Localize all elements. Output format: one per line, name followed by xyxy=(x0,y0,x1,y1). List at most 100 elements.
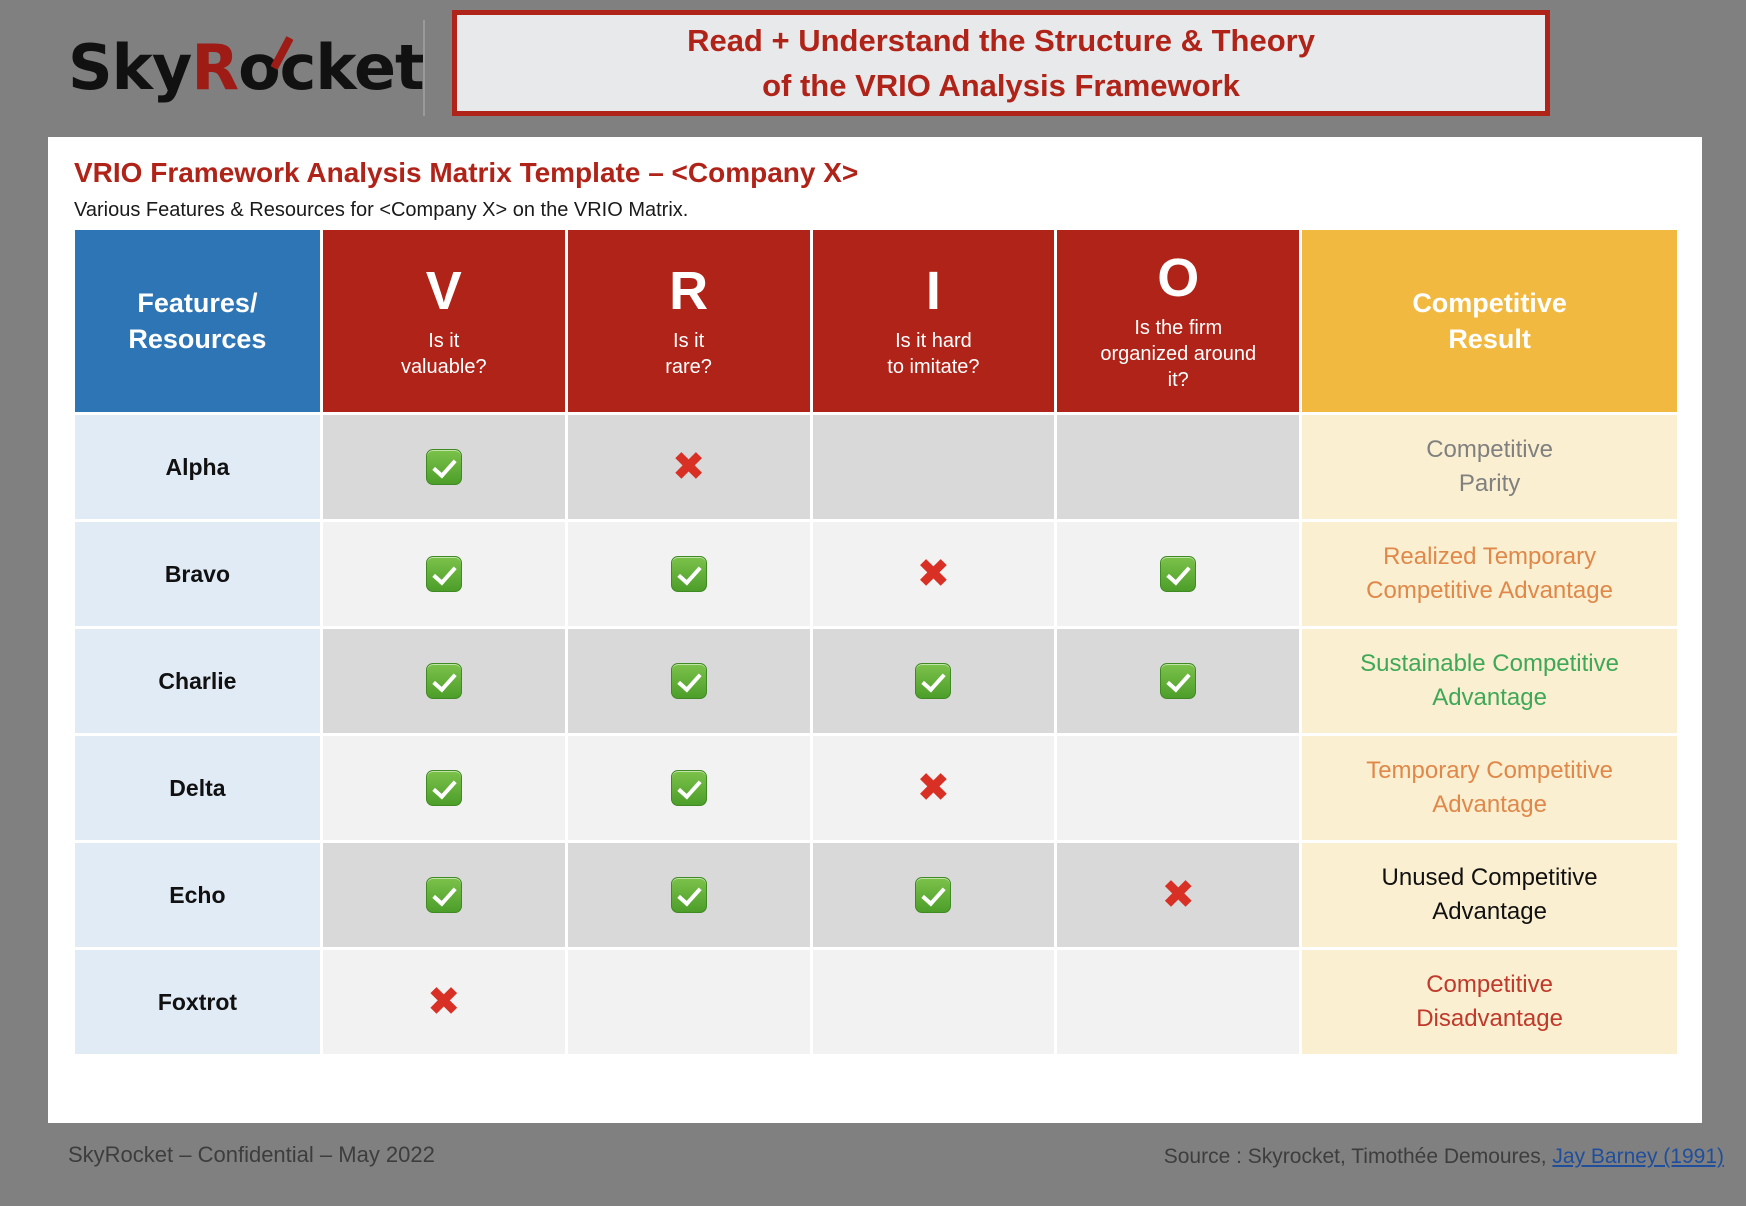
result-line2: Advantage xyxy=(1432,791,1547,818)
cross-icon: ✖ xyxy=(1161,872,1195,918)
result-line1: Temporary Competitive xyxy=(1366,757,1613,784)
header-competitive-result: Competitive Result xyxy=(1302,230,1677,412)
cell-delta-v[interactable] xyxy=(322,736,565,840)
cell-alpha-v[interactable] xyxy=(322,415,565,519)
cell-charlie-v[interactable] xyxy=(322,629,565,733)
header-features-resources: Features/ Resources xyxy=(75,230,320,412)
header-column-r: R Is it rare? xyxy=(567,230,810,412)
check-icon xyxy=(425,663,462,699)
result-bravo: Realized Temporary Competitive Advantage xyxy=(1302,522,1677,626)
cell-foxtrot-r[interactable] xyxy=(567,950,810,1054)
table-body: Alpha ✖ Competitive Parity Bravo ✖ Realized Te… xyxy=(75,415,1677,1054)
check-icon xyxy=(670,663,707,699)
check-icon xyxy=(915,663,952,699)
cell-alpha-i[interactable] xyxy=(812,415,1055,519)
logo-suffix: ocket xyxy=(238,31,425,104)
slide-panel: VRIO Framework Analysis Matrix Template … xyxy=(48,137,1702,1123)
header-question-i-line1: Is it hard xyxy=(895,330,972,352)
header-column-o: O Is the firm organized around it? xyxy=(1057,230,1300,412)
check-icon xyxy=(670,770,707,806)
cell-foxtrot-v[interactable]: ✖ xyxy=(322,950,565,1054)
header-letter-v: V xyxy=(425,261,462,321)
cell-echo-o[interactable]: ✖ xyxy=(1057,843,1300,947)
cell-charlie-r[interactable] xyxy=(567,629,810,733)
header-features-line2: Resources xyxy=(128,324,267,354)
check-icon xyxy=(425,877,462,913)
header-letter-r: R xyxy=(669,261,709,321)
result-line2: Advantage xyxy=(1432,684,1547,711)
header-divider xyxy=(423,20,425,116)
header-question-v-line1: Is it xyxy=(428,330,460,352)
cell-delta-i[interactable]: ✖ xyxy=(812,736,1055,840)
cell-foxtrot-i[interactable] xyxy=(812,950,1055,1054)
cell-charlie-o[interactable] xyxy=(1057,629,1300,733)
result-line2: Parity xyxy=(1458,470,1521,497)
row-label-bravo: Bravo xyxy=(75,522,320,626)
banner-line-2: of the VRIO Analysis Framework xyxy=(762,68,1240,103)
result-foxtrot: Competitive Disadvantage xyxy=(1302,950,1677,1054)
table-row: Bravo ✖ Realized Temporary Competitive Adva… xyxy=(75,522,1677,626)
table-row: Foxtrot ✖ Competitive Disadvantage xyxy=(75,950,1677,1054)
footer-confidential: SkyRocket – Confidential – May 2022 xyxy=(68,1142,435,1167)
check-icon xyxy=(425,556,462,592)
page-title: VRIO Framework Analysis Matrix Template … xyxy=(74,157,859,188)
header-result-line2: Result xyxy=(1448,324,1531,354)
cell-charlie-i[interactable] xyxy=(812,629,1055,733)
cell-delta-o[interactable] xyxy=(1057,736,1300,840)
cell-alpha-o[interactable] xyxy=(1057,415,1300,519)
empty-cell-marker xyxy=(933,983,934,1017)
result-line1: Realized Temporary xyxy=(1383,543,1597,570)
row-label-delta: Delta xyxy=(75,736,320,840)
header-question-r-line2: rare? xyxy=(665,356,712,378)
empty-cell-marker xyxy=(1178,769,1179,803)
header-question-i-line2: to imitate? xyxy=(887,356,980,378)
cross-icon: ✖ xyxy=(671,444,706,490)
cross-icon: ✖ xyxy=(427,979,461,1025)
cell-bravo-i[interactable]: ✖ xyxy=(812,522,1055,626)
instruction-banner: Read + Understand the Structure & Theory… xyxy=(452,10,1550,116)
cell-bravo-r[interactable] xyxy=(567,522,810,626)
cell-echo-i[interactable] xyxy=(812,843,1055,947)
empty-cell-marker xyxy=(688,983,689,1017)
table-row: Delta ✖ Temporary Competitive Advantage xyxy=(75,736,1677,840)
cell-alpha-r[interactable]: ✖ xyxy=(567,415,810,519)
result-line2: Advantage xyxy=(1432,898,1547,925)
footer-source: Source : Skyrocket, Timothée Demoures, J… xyxy=(1164,1145,1724,1169)
empty-cell-marker xyxy=(933,448,934,482)
result-echo: Unused Competitive Advantage xyxy=(1302,843,1677,947)
result-line1: Sustainable Competitive xyxy=(1360,650,1619,677)
header-question-o-line3: it? xyxy=(1167,369,1189,391)
check-icon xyxy=(915,877,952,913)
header-column-v: V Is it valuable? xyxy=(322,230,565,412)
check-icon xyxy=(1160,556,1197,592)
header-question-o-line1: Is the firm xyxy=(1134,317,1223,339)
page-subtitle: Various Features & Resources for <Compan… xyxy=(74,199,689,221)
skyrocket-logo: SkyRocket xyxy=(68,28,425,108)
result-line1: Competitive xyxy=(1426,436,1553,463)
check-icon xyxy=(1160,663,1197,699)
cell-bravo-v[interactable] xyxy=(322,522,565,626)
cell-echo-v[interactable] xyxy=(322,843,565,947)
header-result-line1: Competitive xyxy=(1412,288,1567,318)
empty-cell-marker xyxy=(1178,983,1179,1017)
cell-foxtrot-o[interactable] xyxy=(1057,950,1300,1054)
top-bar: SkyRocket Read + Understand the Structur… xyxy=(0,0,1746,137)
result-line2: Competitive Advantage xyxy=(1366,577,1613,604)
row-label-echo: Echo xyxy=(75,843,320,947)
check-icon xyxy=(670,877,707,913)
footer-source-link[interactable]: Jay Barney (1991) xyxy=(1552,1145,1724,1168)
header-question-r-line1: Is it xyxy=(673,330,705,352)
cell-echo-r[interactable] xyxy=(567,843,810,947)
banner-line-1: Read + Understand the Structure & Theory xyxy=(687,23,1315,58)
row-label-charlie: Charlie xyxy=(75,629,320,733)
cell-bravo-o[interactable] xyxy=(1057,522,1300,626)
logo-prefix: Sky xyxy=(68,31,192,104)
result-line1: Competitive xyxy=(1426,971,1553,998)
header-question-o-line2: organized around xyxy=(1100,343,1257,365)
table-row: Charlie Sustainable Competitive Advantage xyxy=(75,629,1677,733)
row-label-alpha: Alpha xyxy=(75,415,320,519)
check-icon xyxy=(425,770,462,806)
result-delta: Temporary Competitive Advantage xyxy=(1302,736,1677,840)
row-label-foxtrot: Foxtrot xyxy=(75,950,320,1054)
cell-delta-r[interactable] xyxy=(567,736,810,840)
